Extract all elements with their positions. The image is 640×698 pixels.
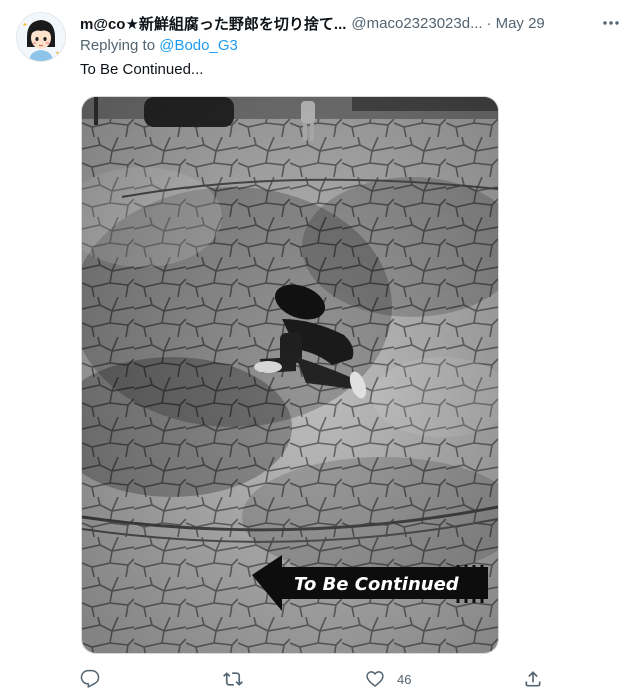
more-button[interactable] [599, 11, 623, 35]
share-icon [525, 671, 541, 687]
retweet-button[interactable] [222, 666, 256, 692]
retweet-icon [223, 672, 243, 686]
reply-prefix: Replying to [80, 37, 156, 54]
more-icon [603, 21, 619, 25]
reply-mention-link[interactable]: @Bodo_G3 [159, 37, 238, 54]
tweet: ✦ ✦ m@co★新鮮組腐った野郎を切り捨て... @maco2323023d.… [0, 0, 640, 698]
display-name[interactable]: m@co★新鮮組腐った野郎を切り捨て... [80, 13, 346, 34]
separator-dot: · [486, 14, 492, 32]
tweet-actions: 46 [80, 666, 550, 692]
replying-to: Replying to @Bodo_G3 [80, 37, 238, 54]
tweet-text: To Be Continued... [80, 61, 204, 78]
media-overlay-text: To Be Continued [294, 574, 460, 595]
like-count: 46 [397, 671, 412, 687]
svg-text:✦: ✦ [55, 50, 60, 57]
like-button[interactable]: 46 [365, 666, 411, 692]
user-handle[interactable]: @maco2323023d... [351, 15, 482, 32]
tweet-header: m@co★新鮮組腐った野郎を切り捨て... @maco2323023d... ·… [80, 11, 625, 35]
svg-text:✦: ✦ [22, 21, 28, 29]
reply-icon [80, 669, 100, 689]
share-button[interactable] [523, 666, 543, 692]
tweet-page: ✦ ✦ m@co★新鮮組腐った野郎を切り捨て... @maco2323023d.… [0, 0, 640, 698]
reply-button[interactable] [80, 666, 112, 692]
tweet-date[interactable]: May 29 [496, 15, 545, 32]
avatar[interactable]: ✦ ✦ [16, 12, 66, 62]
photo: To Be Continued [82, 97, 498, 653]
tweet-media-photo[interactable]: To Be Continued [81, 96, 499, 654]
avatar-icon: ✦ ✦ [17, 13, 65, 61]
heart-icon [366, 671, 384, 687]
